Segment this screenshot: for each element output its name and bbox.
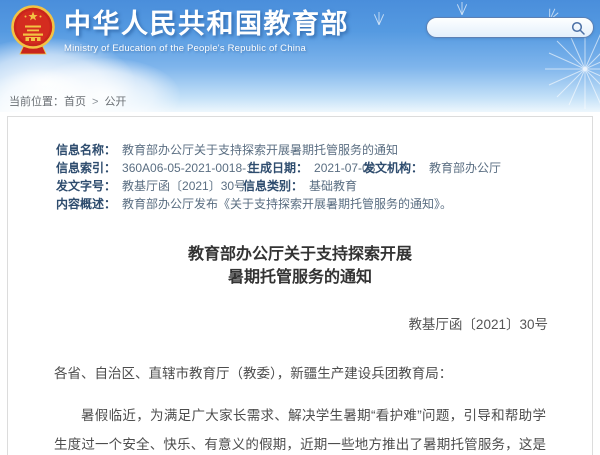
meta-row-docno: 发文字号： 教基厅函〔2021〕30号 信息类别： 基础教育	[56, 177, 592, 195]
meta-label-org: 发文机构：	[363, 161, 423, 175]
meta-value-category: 基础教育	[309, 179, 357, 193]
document-panel: 信息名称： 教育部办公厅关于支持探索开展暑期托管服务的通知 信息索引： 360A06…	[7, 116, 593, 455]
site-title-english: Ministry of Education of the People's Re…	[64, 43, 349, 54]
meta-value-docno: 教基厅函〔2021〕30号	[122, 179, 246, 193]
site-title: 中华人民共和国教育部 Ministry of Education of the …	[64, 9, 349, 54]
meta-value-name: 教育部办公厅关于支持探索开展暑期托管服务的通知	[122, 143, 398, 157]
document-number: 教基厅函〔2021〕30号	[8, 313, 592, 333]
page: 中华人民共和国教育部 Ministry of Education of the …	[0, 0, 600, 455]
search-icon[interactable]	[571, 21, 585, 35]
search-input[interactable]	[427, 21, 571, 35]
document-title: 教育部办公厅关于支持探索开展 暑期托管服务的通知	[8, 243, 592, 289]
site-header: 中华人民共和国教育部 Ministry of Education of the …	[0, 0, 600, 112]
breadcrumb-link-gongkai[interactable]: 公开	[104, 96, 126, 108]
meta-label-date: 生成日期：	[248, 161, 308, 175]
meta-value-org: 教育部办公厅	[429, 161, 501, 175]
seed-decoration	[372, 12, 386, 26]
meta-pair-org: 发文机构： 教育部办公厅	[363, 159, 501, 177]
meta-label-name: 信息名称：	[56, 143, 116, 157]
document-salutation: 各省、自治区、直辖市教育厅（教委），新疆生产建设兵团教育局：	[54, 359, 546, 388]
document-paragraph: 暑假临近，为满足广大家长需求、解决学生暑期“看护难”问题，引导和帮助学生度过一个…	[54, 401, 546, 455]
national-emblem-icon	[10, 5, 56, 57]
meta-label-summary: 内容概述：	[56, 197, 116, 211]
meta-row-index: 信息索引： 360A06-05-2021-0018-1 生成日期：2021-07-…	[56, 159, 592, 177]
document-meta: 信息名称： 教育部办公厅关于支持探索开展暑期托管服务的通知 信息索引： 360A06…	[8, 141, 592, 213]
meta-row-summary: 内容概述： 教育部办公厅发布《关于支持探索开展暑期托管服务的通知》。	[56, 195, 592, 213]
meta-label-category: 信息类别：	[243, 179, 303, 193]
meta-label-index: 信息索引：	[56, 161, 116, 175]
meta-pair-date: 生成日期：2021-07-08	[248, 159, 375, 177]
search-bar[interactable]	[426, 17, 594, 38]
document-body: 各省、自治区、直辖市教育厅（教委），新疆生产建设兵团教育局： 暑假临近，为满足广…	[8, 359, 592, 455]
meta-value-summary: 教育部办公厅发布《关于支持探索开展暑期托管服务的通知》。	[122, 197, 452, 211]
meta-value-index: 360A06-05-2021-0018-1	[122, 161, 253, 175]
meta-label-docno: 发文字号：	[56, 179, 116, 193]
meta-row-name: 信息名称： 教育部办公厅关于支持探索开展暑期托管服务的通知	[56, 141, 592, 159]
breadcrumb-prefix: 当前位置：	[9, 96, 64, 108]
document-title-line2: 暑期托管服务的通知	[8, 266, 592, 289]
document-title-line1: 教育部办公厅关于支持探索开展	[8, 243, 592, 266]
breadcrumb: 当前位置：首页 > 公开	[9, 93, 126, 109]
site-title-chinese: 中华人民共和国教育部	[64, 9, 349, 39]
meta-pair-category: 信息类别： 基础教育	[243, 177, 357, 195]
seed-decoration	[455, 2, 469, 16]
breadcrumb-separator: >	[92, 96, 98, 108]
breadcrumb-link-home[interactable]: 首页	[64, 96, 86, 108]
